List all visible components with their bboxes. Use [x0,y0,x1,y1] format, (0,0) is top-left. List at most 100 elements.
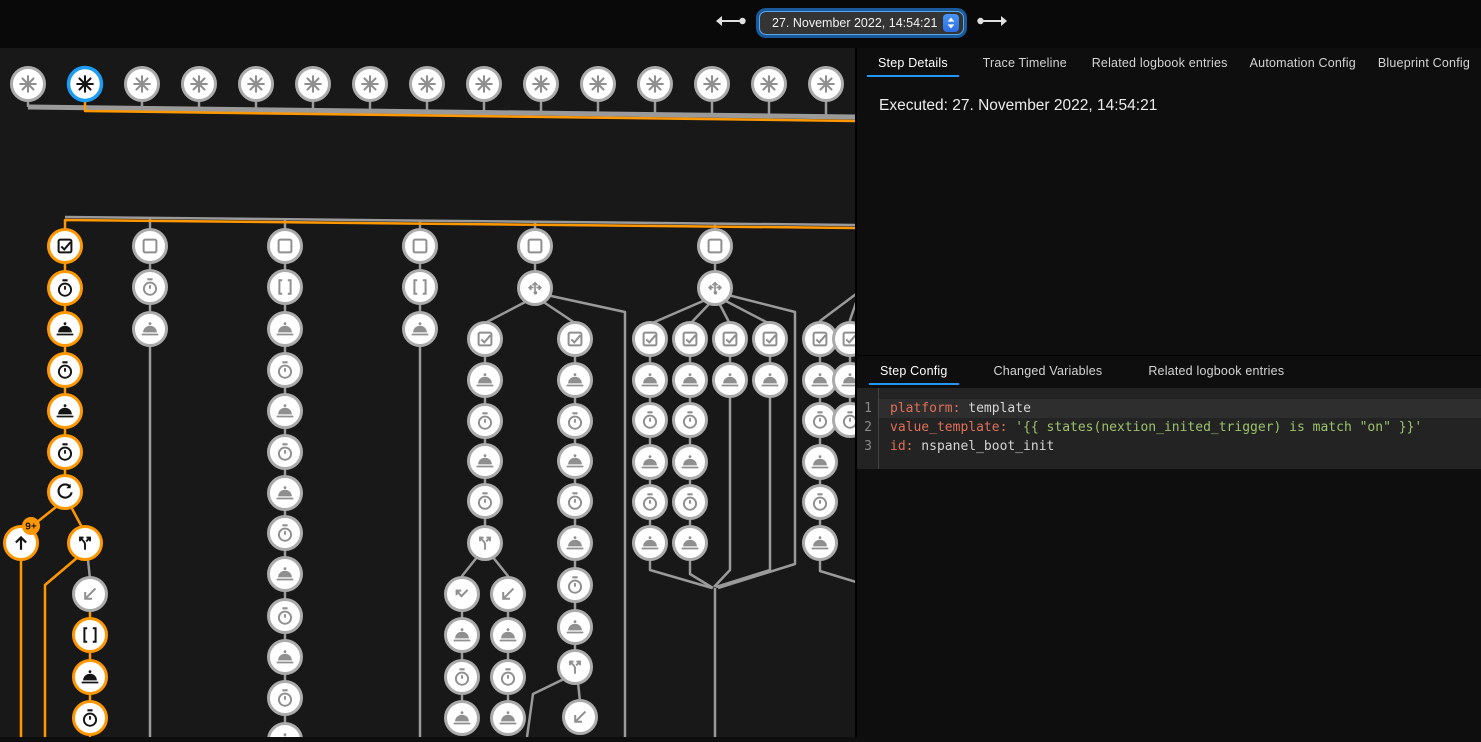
node-arrow-bottom-left[interactable] [74,578,107,611]
node-checkbox-blank[interactable] [699,230,732,263]
node-checkbox-marked[interactable] [469,323,502,356]
previous-trace-button[interactable] [712,11,748,35]
node-asterisk[interactable] [411,68,444,101]
node-timer[interactable] [49,272,82,305]
node-asterisk[interactable] [525,68,558,101]
node-timer[interactable] [559,405,592,438]
node-asterisk[interactable] [240,68,273,101]
node-asterisk[interactable] [639,68,672,101]
tab-automation-config[interactable]: Automation Config [1239,48,1367,77]
node-timer[interactable] [269,517,302,550]
node-checkbox-blank[interactable] [269,230,302,263]
node-asterisk[interactable] [354,68,387,101]
node-call-split[interactable] [559,651,592,684]
node-timer[interactable] [446,661,479,694]
code-line[interactable]: 2value_template: '{{ states(nextion_init… [857,418,1481,437]
node-arrow-decision[interactable] [519,272,552,305]
node-timer[interactable] [49,354,82,387]
node-room-service[interactable] [446,702,479,735]
node-room-service[interactable] [269,558,302,591]
node-timer[interactable] [74,702,107,735]
node-call-split[interactable] [469,527,502,560]
node-room-service[interactable] [492,702,525,735]
node-timer[interactable] [134,271,167,304]
node-room-service[interactable] [804,364,837,397]
node-room-service[interactable] [834,364,856,397]
node-asterisk[interactable] [12,68,45,101]
node-room-service[interactable] [559,445,592,478]
node-room-service[interactable] [269,313,302,346]
node-timer[interactable] [634,486,667,519]
next-trace-button[interactable] [975,11,1011,35]
tab-trace-timeline[interactable]: Trace Timeline [969,48,1081,77]
node-room-service[interactable] [634,446,667,479]
node-timer[interactable] [559,569,592,602]
node-room-service[interactable] [559,364,592,397]
tab-step-config[interactable]: Step Config [857,356,971,385]
node-room-service[interactable] [804,527,837,560]
node-room-service[interactable] [446,619,479,652]
node-room-service[interactable] [469,445,502,478]
node-timer[interactable] [492,661,525,694]
node-checkbox-marked[interactable] [804,323,837,356]
node-room-service[interactable] [74,661,107,694]
node-asterisk[interactable] [582,68,615,101]
code-line[interactable]: 1platform: template [857,399,1481,418]
node-checkbox-blank[interactable] [404,230,437,263]
code-line[interactable]: 3id: nspanel_boot_init [857,437,1481,456]
node-checkbox-blank[interactable] [134,230,167,263]
node-checkbox-marked[interactable] [674,323,707,356]
node-timer[interactable] [469,485,502,518]
node-room-service[interactable] [269,641,302,674]
tab-step-details[interactable]: Step Details [857,48,969,77]
node-asterisk[interactable] [297,68,330,101]
node-asterisk[interactable] [183,68,216,101]
trace-timestamp-select[interactable]: 27. November 2022, 14:54:21 [759,11,964,35]
node-asterisk[interactable] [468,68,501,101]
node-code-brackets[interactable] [74,619,107,652]
node-timer[interactable] [269,600,302,633]
yaml-code-editor[interactable]: 1platform: template2value_template: '{{ … [857,388,1481,469]
node-arrow-bottom-left[interactable] [492,578,525,611]
node-asterisk[interactable] [126,68,159,101]
node-refresh[interactable] [49,476,82,509]
node-timer[interactable] [469,405,502,438]
node-timer[interactable] [674,404,707,437]
node-checkbox-marked[interactable] [754,323,787,356]
node-asterisk[interactable] [753,68,786,101]
node-room-service[interactable] [492,619,525,652]
node-timer[interactable] [269,354,302,387]
node-room-service[interactable] [634,527,667,560]
node-code-brackets[interactable] [404,271,437,304]
node-room-service[interactable] [714,364,747,397]
node-timer[interactable] [834,404,856,437]
node-room-service[interactable] [269,395,302,428]
node-arrow-decision[interactable] [699,272,732,305]
tab-changed-variables[interactable]: Changed Variables [971,356,1126,385]
node-timer[interactable] [634,404,667,437]
tab-related-logbook-entries[interactable]: Related logbook entries [1125,356,1307,385]
node-room-service[interactable] [634,364,667,397]
node-room-service[interactable] [134,313,167,346]
node-code-brackets[interactable] [269,271,302,304]
node-checkbox-marked[interactable] [714,323,747,356]
node-room-service[interactable] [559,611,592,644]
node-check-arrow[interactable] [446,578,479,611]
node-room-service[interactable] [804,446,837,479]
node-room-service[interactable] [674,527,707,560]
node-timer[interactable] [269,682,302,715]
node-room-service[interactable] [469,364,502,397]
tab-blueprint-config[interactable]: Blueprint Config [1367,48,1481,77]
node-room-service[interactable] [559,527,592,560]
node-room-service[interactable] [49,395,82,428]
node-timer[interactable] [49,436,82,469]
node-checkbox-marked[interactable] [49,230,82,263]
node-timer[interactable] [674,486,707,519]
tab-related-logbook-entries[interactable]: Related logbook entries [1081,48,1239,77]
node-checkbox-blank[interactable] [519,230,552,263]
node-room-service[interactable] [269,724,302,738]
node-room-service[interactable] [674,364,707,397]
node-checkbox-marked[interactable] [634,323,667,356]
node-timer[interactable] [804,404,837,437]
node-timer[interactable] [559,485,592,518]
